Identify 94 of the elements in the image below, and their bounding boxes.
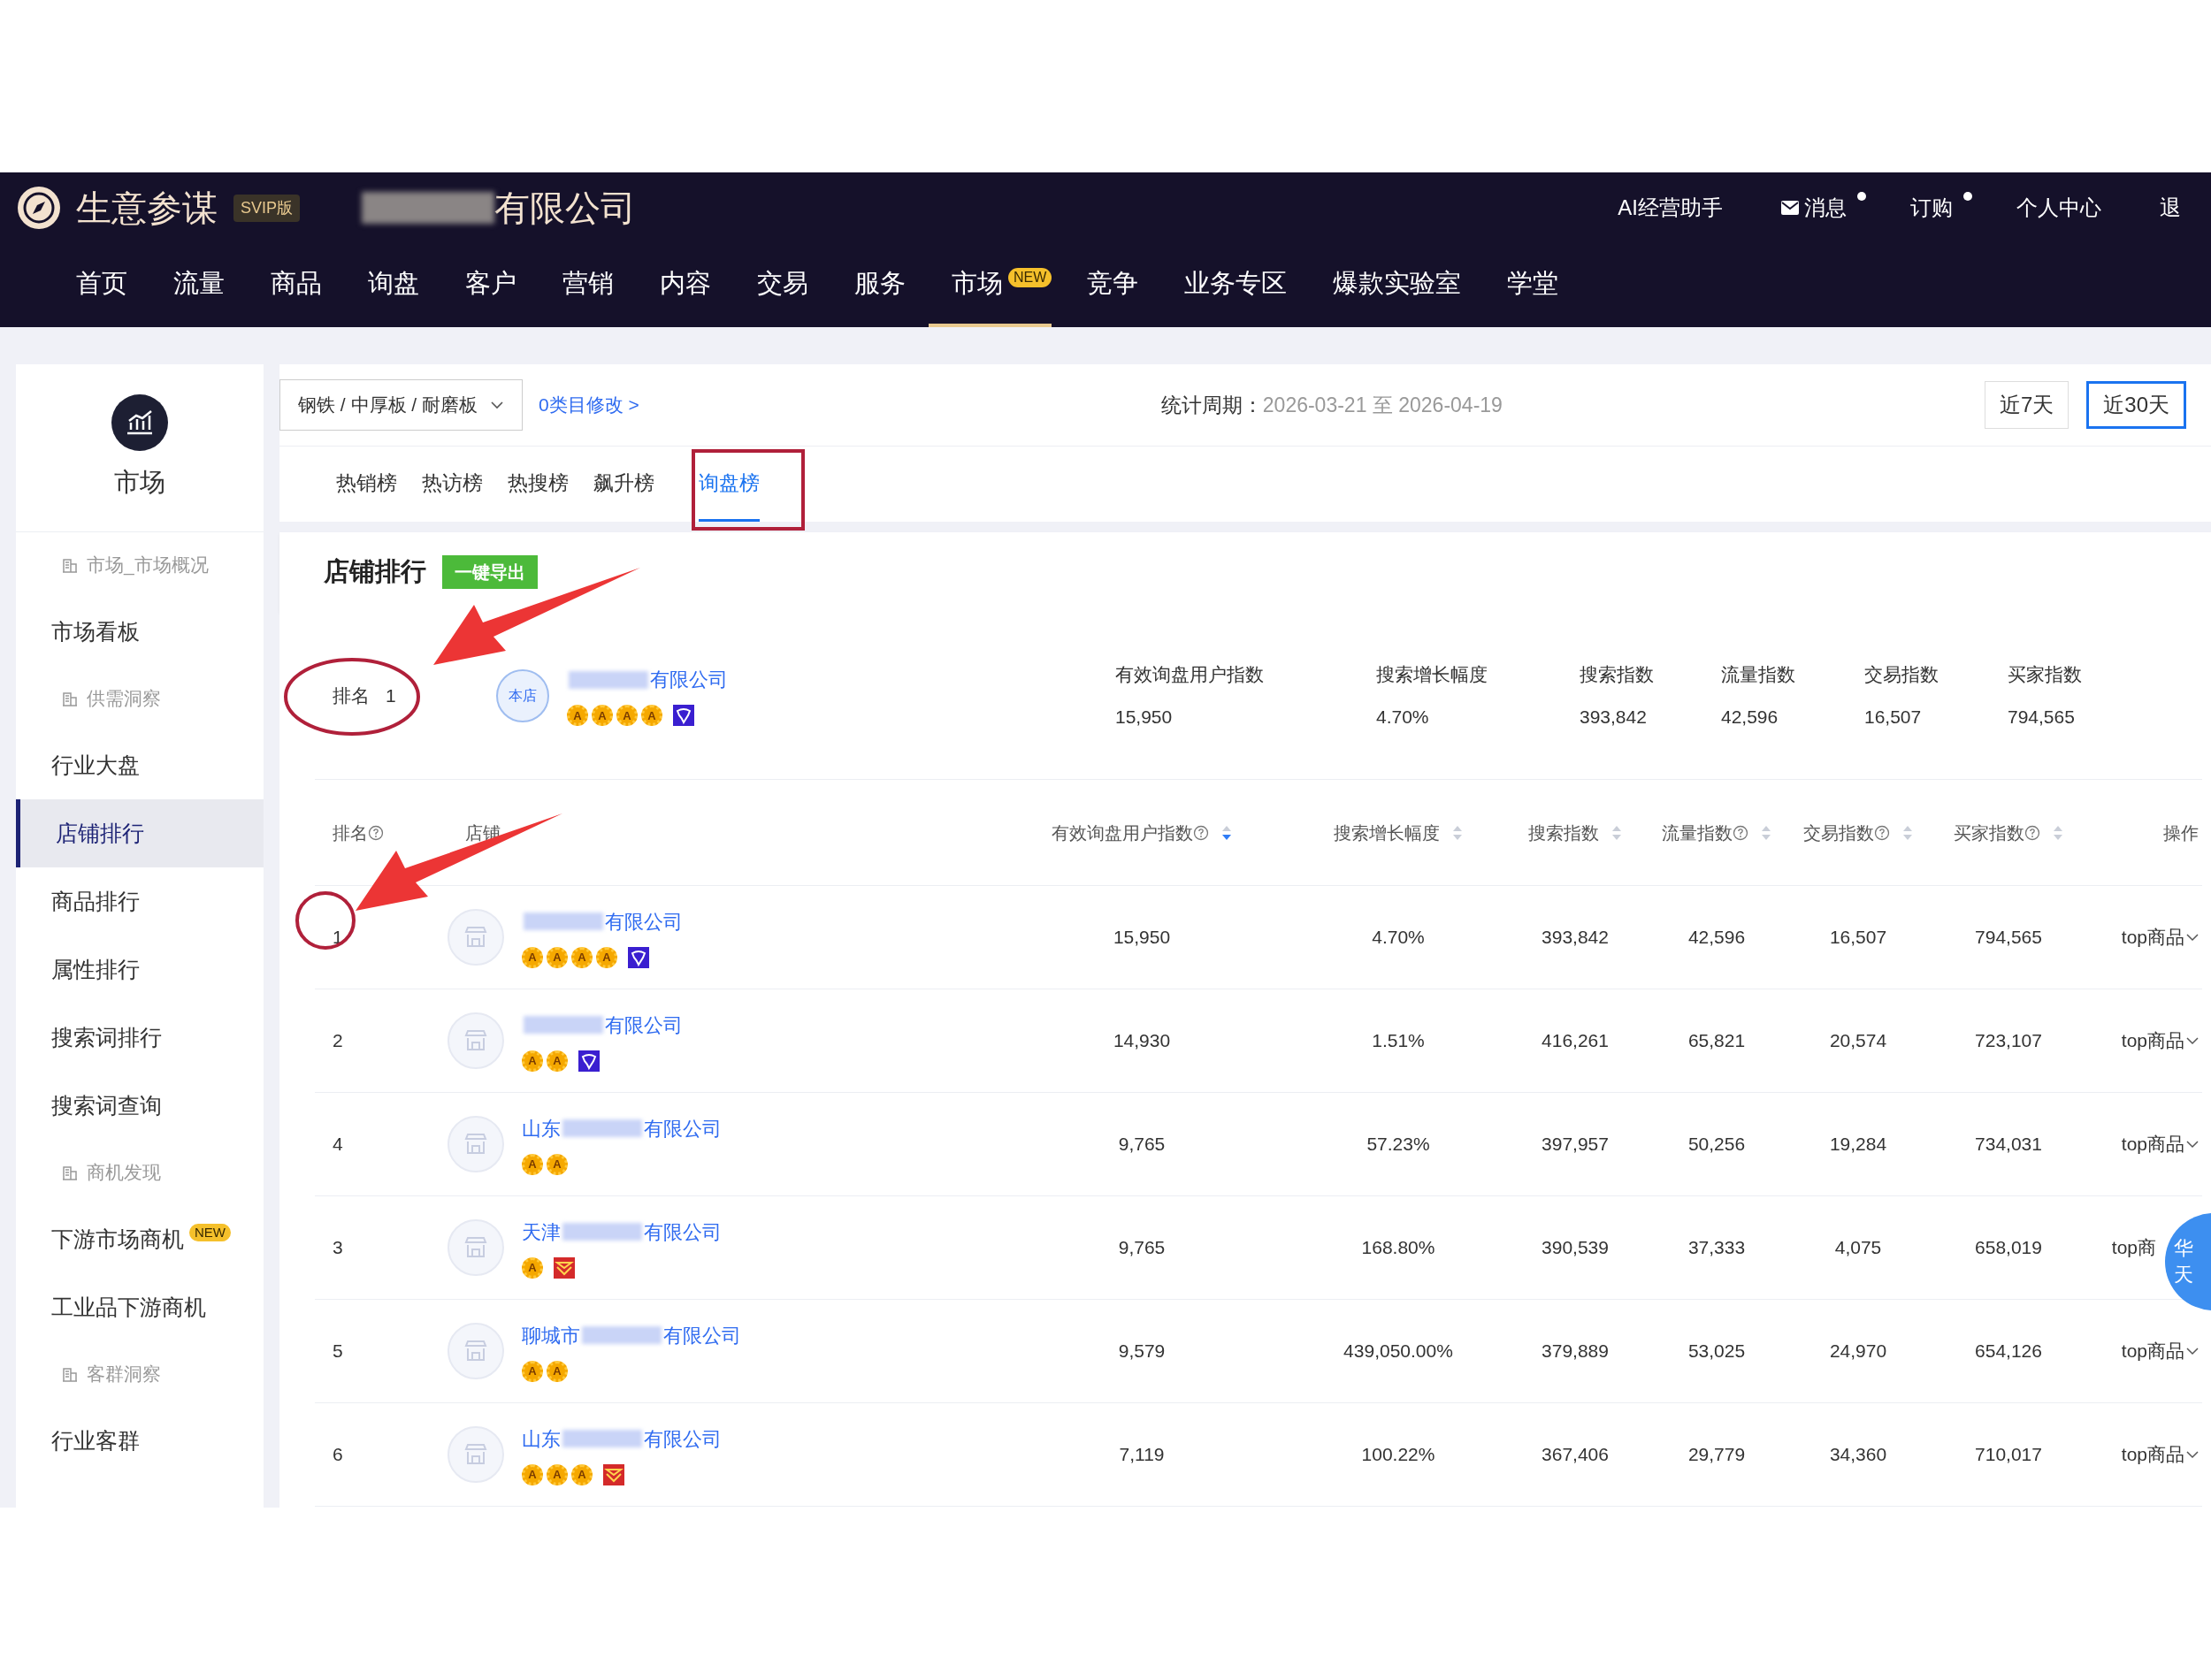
medal-badge: A xyxy=(571,1463,593,1485)
table-cell-text: 654,126 xyxy=(1974,1340,2043,1363)
table-cell-text: 794,565 xyxy=(1974,926,2043,950)
table-cell-text: 379,889 xyxy=(1541,1340,1610,1363)
metric-label: 买家指数 xyxy=(2008,663,2083,686)
metric-value: 15,950 xyxy=(1115,705,1174,729)
section-title: 店铺排行 xyxy=(324,556,426,588)
table-cell-text: 57.23% xyxy=(1366,1133,1431,1157)
column-header: 交易指数 xyxy=(1803,819,1890,846)
table-cell-text: 34,360 xyxy=(1828,1443,1888,1467)
column-header: 买家指数 xyxy=(1954,819,2040,846)
table-cell-text: 100.22% xyxy=(1360,1443,1436,1467)
table-cell-text: 4,075 xyxy=(1833,1236,1883,1260)
column-header: 流量指数 xyxy=(1662,819,1748,846)
table-cell-text: 9,765 xyxy=(1117,1236,1167,1260)
column-header: 排名 xyxy=(333,819,384,846)
metric-label: 流量指数 xyxy=(1721,663,1796,686)
table-cell-text: 15,950 xyxy=(1112,926,1172,950)
new-badge: NEW xyxy=(1008,267,1052,287)
table-cell-text: 168.80% xyxy=(1360,1236,1436,1260)
table-cell-text: 65,821 xyxy=(1687,1029,1747,1053)
medal-badge: A xyxy=(522,1256,543,1279)
table-cell-text: 734,031 xyxy=(1974,1133,2043,1157)
metric-label: 搜索增长幅度 xyxy=(1376,663,1488,686)
rank-cell-text: 3 xyxy=(332,1236,344,1260)
medal-badge: A xyxy=(547,946,568,968)
table-cell-text: 19,284 xyxy=(1828,1133,1888,1157)
metric-value: 16,507 xyxy=(1864,705,1923,729)
medal-badge: A xyxy=(641,705,662,726)
table-cell-text: 4.70% xyxy=(1371,926,1426,950)
rank-cell-text: 2 xyxy=(332,1029,344,1053)
table-cell-text: 16,507 xyxy=(1828,926,1888,950)
column-header: 搜索增长幅度 xyxy=(1334,821,1440,844)
sidebar-group-label: 客群洞察 xyxy=(87,1363,161,1386)
metric-value: 393,842 xyxy=(1580,705,1648,729)
medal-badge: A xyxy=(547,1360,568,1382)
table-cell-text: 390,539 xyxy=(1541,1236,1610,1260)
table-cell-text: 14,930 xyxy=(1112,1029,1172,1053)
table-cell-text: 20,574 xyxy=(1828,1029,1888,1053)
table-cell-text: 42,596 xyxy=(1687,926,1747,950)
medal-badge: A xyxy=(547,1153,568,1175)
medal-badge: A xyxy=(522,1050,543,1072)
medal-badge: A xyxy=(522,1360,543,1382)
table-cell-text: 367,406 xyxy=(1541,1443,1610,1467)
own-store-avatar: 本店 xyxy=(496,668,549,722)
table-cell-text: 24,970 xyxy=(1828,1340,1888,1363)
rank-cell-text: 5 xyxy=(332,1340,344,1363)
sidebar-title: 市场 xyxy=(114,466,165,498)
sidebar-group-label: 商机发现 xyxy=(87,1161,161,1185)
table-cell-text: 416,261 xyxy=(1541,1029,1610,1053)
column-header: 有效询盘用户指数 xyxy=(1052,819,1209,846)
metric-label: 搜索指数 xyxy=(1580,663,1655,686)
column-header: 搜索指数 xyxy=(1528,821,1599,844)
table-cell-text: 723,107 xyxy=(1974,1029,2043,1053)
table-cell-text: 53,025 xyxy=(1687,1340,1747,1363)
metric-label: 有效询盘用户指数 xyxy=(1115,663,1265,686)
table-cell-text: 7,119 xyxy=(1118,1443,1166,1467)
table-cell-text: 9,765 xyxy=(1117,1133,1167,1157)
table-cell-text: 29,779 xyxy=(1687,1443,1747,1467)
sidebar-group-label: 市场_市场概况 xyxy=(87,554,209,577)
medal-badge: A xyxy=(522,1153,543,1175)
medal-badge: A xyxy=(567,705,588,726)
rank-cell-text: 6 xyxy=(332,1443,344,1467)
medal-badge: A xyxy=(522,946,543,968)
table-cell-text: 50,256 xyxy=(1687,1133,1747,1157)
sidebar-group-label: 供需洞察 xyxy=(87,687,161,711)
metric-value: 4.70% xyxy=(1376,705,1430,729)
period-value: 2026-03-21 至 2026-04-19 xyxy=(1262,392,1503,418)
table-cell-text: 397,957 xyxy=(1541,1133,1610,1157)
brand-title: 生意参谋 xyxy=(76,187,218,229)
table-cell-text: 9,579 xyxy=(1117,1340,1167,1363)
metric-value: 794,565 xyxy=(2008,705,2076,729)
table-cell-text: 393,842 xyxy=(1541,926,1610,950)
medal-badge: A xyxy=(596,946,617,968)
period-label: 统计周期： xyxy=(1160,392,1263,418)
table-cell-text: 439,050.00% xyxy=(1343,1340,1454,1363)
edition-badge: SVIP版 xyxy=(233,194,301,222)
table-cell-text: 1.51% xyxy=(1371,1029,1426,1053)
table-cell-text: 710,017 xyxy=(1974,1443,2043,1467)
table-cell-text: 37,333 xyxy=(1687,1236,1747,1260)
medal-badge: A xyxy=(547,1463,568,1485)
medal-badge: A xyxy=(571,946,593,968)
metric-value: 42,596 xyxy=(1721,705,1779,729)
rank-cell-text: 4 xyxy=(332,1133,344,1157)
column-header: 操作 xyxy=(2163,821,2199,844)
company-name: 有限公司 xyxy=(362,181,637,234)
metric-label: 交易指数 xyxy=(1864,663,1939,686)
medal-badge: A xyxy=(592,705,613,726)
medal-badge: A xyxy=(547,1050,568,1072)
medal-badge: A xyxy=(616,705,638,726)
new-badge: NEW xyxy=(189,1223,231,1241)
own-rank-label: 排名 1 xyxy=(332,683,397,707)
medal-badge: A xyxy=(522,1463,543,1485)
table-cell-text: 658,019 xyxy=(1974,1236,2043,1260)
